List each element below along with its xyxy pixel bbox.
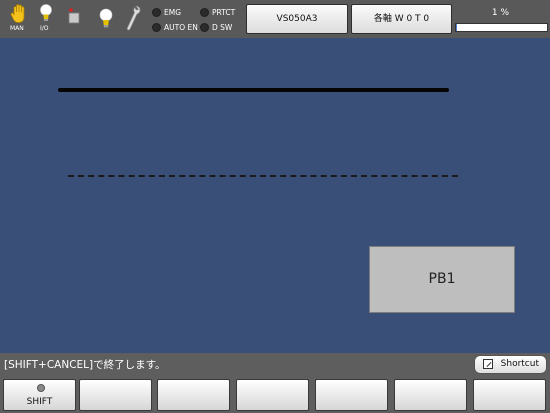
- shift-led-icon: [37, 384, 45, 392]
- shortcut-label: Shortcut: [500, 359, 539, 369]
- emg-indicator-label: EMG: [164, 8, 182, 17]
- message-bar: [SHIFT+CANCEL]で終了します。 Shortcut: [0, 353, 550, 376]
- shortcut-button[interactable]: Shortcut: [474, 355, 547, 374]
- speed-progress-track: [455, 23, 548, 32]
- fkey-4[interactable]: [236, 379, 309, 411]
- auto-enable-indicator-dot: [152, 22, 161, 32]
- deadman-switch-indicator-dot: [200, 22, 209, 32]
- manual-mode-label: MAN: [10, 25, 24, 32]
- emg-indicator: EMG: [152, 7, 182, 18]
- axis-mode-button[interactable]: 各軸 W 0 T 0: [351, 4, 452, 34]
- wrench-icon[interactable]: [126, 5, 142, 31]
- dashed-divider-line: [68, 175, 458, 177]
- panel-canvas: PB1: [0, 38, 550, 353]
- fkey-3[interactable]: [157, 379, 230, 411]
- fkey-shift-label: SHIFT: [26, 397, 53, 407]
- protect-indicator: PRTCT: [200, 7, 236, 18]
- fkey-6[interactable]: [394, 379, 467, 411]
- stop-box-icon[interactable]: [68, 8, 80, 24]
- deadman-switch-indicator: D SW: [200, 22, 233, 33]
- fkey-shift[interactable]: SHIFT: [3, 379, 76, 411]
- protect-indicator-dot: [200, 7, 209, 17]
- speed-progress-text: 1 %: [491, 8, 510, 18]
- auto-enable-indicator: AUTO EN: [152, 22, 198, 33]
- light-bulb-icon[interactable]: [98, 8, 114, 30]
- fkey-7[interactable]: [473, 379, 546, 411]
- speed-progress: 1 %: [455, 5, 548, 33]
- io-lamp-icon[interactable]: [39, 3, 53, 25]
- manual-mode-hand-icon[interactable]: [10, 3, 28, 25]
- io-label: I/O: [40, 25, 49, 32]
- solid-divider-line: [58, 88, 449, 92]
- function-key-bar: SHIFT: [0, 376, 550, 413]
- fkey-2[interactable]: [79, 379, 152, 411]
- deadman-switch-indicator-label: D SW: [212, 23, 233, 32]
- top-status-bar: MAN I/O EMG PRTCT AUTO EN D SW VS050A3 各…: [0, 0, 550, 38]
- status-message: [SHIFT+CANCEL]で終了します。: [4, 359, 166, 371]
- auto-enable-indicator-label: AUTO EN: [164, 23, 198, 32]
- robot-type-button[interactable]: VS050A3: [246, 4, 348, 34]
- protect-indicator-label: PRTCT: [212, 8, 236, 17]
- shortcut-arrow-icon: [483, 359, 493, 369]
- fkey-5[interactable]: [315, 379, 388, 411]
- speed-progress-fill: [456, 24, 457, 31]
- pb1-button[interactable]: PB1: [369, 246, 515, 313]
- emg-indicator-dot: [152, 7, 161, 17]
